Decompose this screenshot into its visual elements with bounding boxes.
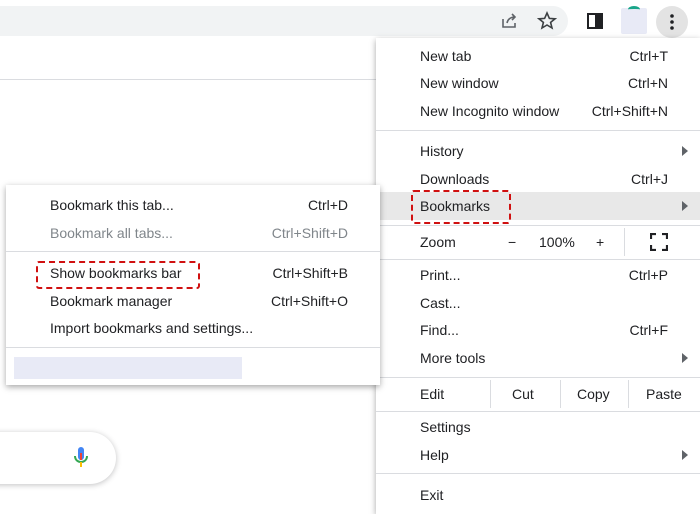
submenu-arrow-icon [682, 201, 688, 211]
copy-button[interactable]: Copy [577, 386, 610, 402]
menu-item-downloads[interactable]: Downloads Ctrl+J [376, 165, 700, 193]
menu-item-new-incognito-window[interactable]: New Incognito window Ctrl+Shift+N [376, 97, 700, 125]
submenu-item-import-bookmarks[interactable]: Import bookmarks and settings... [6, 314, 380, 342]
zoom-in-button[interactable]: + [596, 234, 604, 250]
mic-icon[interactable] [74, 447, 88, 469]
share-icon[interactable] [496, 8, 522, 34]
menu-item-exit[interactable]: Exit [376, 481, 700, 509]
submenu-arrow-icon [682, 450, 688, 460]
zoom-label: Zoom [420, 234, 456, 250]
submenu-item-bookmark-manager[interactable]: Bookmark manager Ctrl+Shift+O [6, 287, 380, 315]
menu-item-help[interactable]: Help [376, 441, 700, 469]
edit-label: Edit [420, 386, 445, 402]
zoom-row: Zoom − 100% + [376, 228, 700, 256]
bookmarks-submenu: Bookmark this tab... Ctrl+D Bookmark all… [6, 185, 380, 385]
edit-row: Edit Cut Copy Paste [376, 380, 700, 408]
bookmark-folder-placeholder[interactable] [14, 357, 242, 379]
menu-item-settings[interactable]: Settings [376, 413, 700, 441]
menu-item-find[interactable]: Find... Ctrl+F [376, 316, 700, 344]
page-divider [0, 79, 378, 80]
edit-divider [628, 380, 629, 408]
edit-divider [490, 380, 491, 408]
menu-separator [376, 473, 700, 474]
chrome-main-menu: New tab Ctrl+T New window Ctrl+N New Inc… [376, 38, 700, 514]
menu-separator [376, 411, 700, 412]
menu-separator [376, 259, 700, 260]
zoom-out-button[interactable]: − [508, 234, 516, 250]
menu-item-new-tab[interactable]: New tab Ctrl+T [376, 42, 700, 70]
submenu-item-bookmark-this-tab[interactable]: Bookmark this tab... Ctrl+D [6, 191, 380, 219]
highlight-box-bookmarks [411, 190, 511, 224]
menu-item-cast[interactable]: Cast... [376, 289, 700, 317]
menu-item-print[interactable]: Print... Ctrl+P [376, 261, 700, 289]
submenu-separator [6, 251, 380, 252]
fullscreen-icon[interactable] [649, 232, 669, 254]
paste-button[interactable]: Paste [646, 386, 682, 402]
menu-item-more-tools[interactable]: More tools [376, 344, 700, 372]
menu-separator [376, 225, 700, 226]
menu-separator [376, 130, 700, 131]
kebab-menu-icon[interactable] [656, 6, 688, 38]
menu-separator [376, 377, 700, 378]
address-bar[interactable] [0, 6, 568, 36]
submenu-item-bookmark-all-tabs: Bookmark all tabs... Ctrl+Shift+D [50, 225, 348, 241]
menu-item-history[interactable]: History [376, 137, 700, 165]
profile-ring [628, 6, 640, 13]
star-icon[interactable] [534, 8, 560, 34]
cut-button[interactable]: Cut [512, 386, 534, 402]
zoom-divider [624, 228, 625, 256]
browser-toolbar [0, 0, 700, 40]
zoom-value: 100% [539, 234, 575, 250]
side-panel-icon[interactable] [582, 8, 608, 34]
submenu-arrow-icon [682, 353, 688, 363]
menu-item-new-window[interactable]: New window Ctrl+N [376, 69, 700, 97]
submenu-arrow-icon [682, 146, 688, 156]
highlight-box-show-bookmarks-bar [36, 261, 200, 289]
submenu-separator [6, 347, 380, 348]
google-search-box[interactable] [0, 432, 116, 484]
edit-divider [560, 380, 561, 408]
